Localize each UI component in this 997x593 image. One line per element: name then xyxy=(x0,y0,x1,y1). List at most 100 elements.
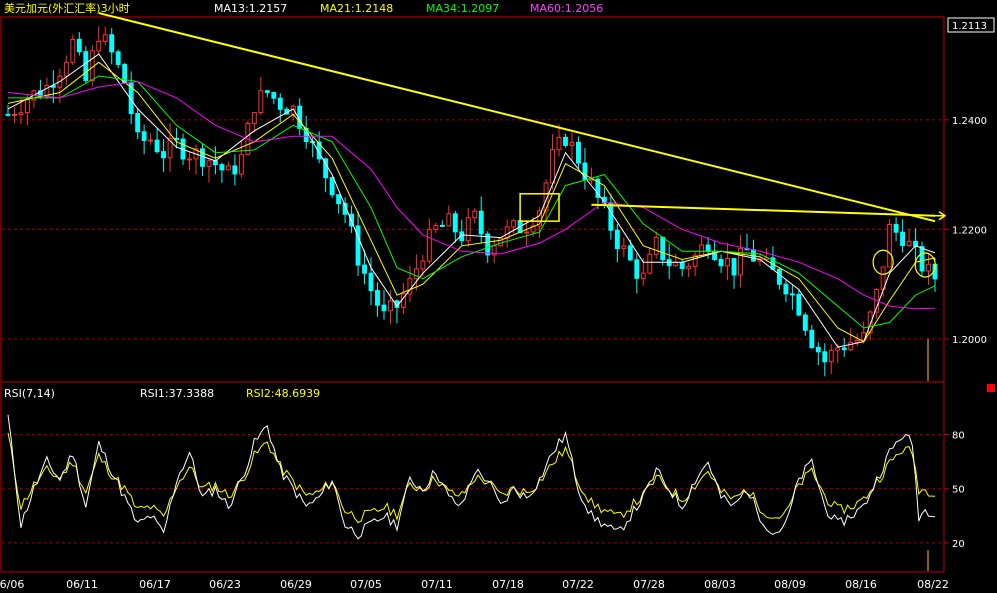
ma13-line xyxy=(7,53,936,348)
svg-text:MA21:1.2148: MA21:1.2148 xyxy=(320,2,393,15)
candle-body xyxy=(5,113,11,116)
svg-text:MA13:1.2157: MA13:1.2157 xyxy=(214,2,287,15)
x-tick-label: 6/06 xyxy=(0,578,24,591)
candle-body xyxy=(329,177,335,196)
ma34-value: 1.2097 xyxy=(461,2,500,15)
candle-body xyxy=(154,139,160,153)
candle-body xyxy=(109,34,115,53)
candle-body xyxy=(828,349,834,363)
candle-body xyxy=(576,141,581,164)
candle-body xyxy=(219,164,225,171)
ma13-legend: MA13:1.2157 xyxy=(214,2,287,15)
chart-area: 1.2400 1.2200 1.2000 80 50 20 6/06 06/11 06/17… xyxy=(0,1,995,591)
candle-body xyxy=(174,137,179,140)
candle-body xyxy=(783,283,789,295)
rsi-tick-label: 50 xyxy=(952,485,965,496)
candle-body xyxy=(789,293,795,296)
candle-body xyxy=(433,225,439,231)
rsi2-legend: RSI2:48.6939 xyxy=(246,387,320,400)
svg-text:MA34:1.2097: MA34:1.2097 xyxy=(426,2,499,15)
ma21-line xyxy=(7,61,936,343)
candle-body xyxy=(640,272,646,279)
candle-body xyxy=(608,202,614,231)
ma13-name: MA13 xyxy=(214,2,245,15)
x-tick-label: 08/09 xyxy=(774,578,806,591)
scale-marker[interactable] xyxy=(987,384,995,392)
svg-text:MA60:1.2056: MA60:1.2056 xyxy=(530,2,603,15)
price-tick-label: 1.2400 xyxy=(952,116,987,127)
candle-body xyxy=(135,113,141,133)
candle-body xyxy=(187,158,192,161)
candle-body xyxy=(420,260,426,270)
candle-body xyxy=(336,194,342,205)
ma34-name: MA34 xyxy=(426,2,457,15)
candle-body xyxy=(148,139,154,142)
candle-body xyxy=(673,261,679,267)
x-tick-label: 08/16 xyxy=(845,578,877,591)
candle-body xyxy=(115,51,121,65)
ma21-value: 1.2148 xyxy=(355,2,394,15)
candle-body xyxy=(18,112,24,116)
candle-body xyxy=(699,244,705,256)
ma60-name: MA60 xyxy=(530,2,561,15)
rsi1-legend: RSI1:37.3388 xyxy=(140,387,214,400)
x-tick-label: 08/03 xyxy=(704,578,736,591)
candle-body xyxy=(660,236,666,261)
trendline[interactable] xyxy=(98,12,936,223)
rsi1-line xyxy=(7,414,936,540)
candle-body xyxy=(439,225,445,228)
candle-body xyxy=(375,290,380,306)
candle-body xyxy=(809,329,815,348)
rsi2-value: 48.6939 xyxy=(275,387,321,400)
chart-title: 美元加元(外汇汇率)3小时 xyxy=(4,1,130,15)
candle-body xyxy=(627,245,633,261)
candle-body xyxy=(355,225,361,266)
candle-body xyxy=(563,136,568,146)
candle-body xyxy=(705,244,711,252)
candle-body xyxy=(251,112,257,125)
candle-body xyxy=(388,300,393,312)
rsi1-name: RSI1 xyxy=(140,387,165,400)
candle-body xyxy=(621,245,627,250)
candle-body xyxy=(478,210,484,235)
ma60-legend: MA60:1.2056 xyxy=(530,2,603,15)
rsi1-value: 37.3388 xyxy=(169,387,215,400)
candle-body xyxy=(725,258,731,267)
candle-body xyxy=(362,264,367,274)
candle-body xyxy=(815,346,821,353)
ma13-value: 1.2157 xyxy=(249,2,288,15)
x-tick-label: 07/11 xyxy=(421,578,453,591)
candle-body xyxy=(653,236,659,255)
candle-body xyxy=(822,351,828,363)
x-tick-label: 07/22 xyxy=(562,578,594,591)
candle-body xyxy=(796,293,802,316)
candle-body xyxy=(161,151,167,159)
candle-body xyxy=(70,38,76,63)
candle-body xyxy=(776,268,782,285)
ma34-legend: MA34:1.2097 xyxy=(426,2,499,15)
x-tick-label: 07/18 xyxy=(492,578,524,591)
price-panel-frame xyxy=(0,16,945,383)
rsi2-line xyxy=(7,432,936,524)
candle-body xyxy=(381,304,387,312)
candle-body xyxy=(271,92,277,99)
trendline[interactable] xyxy=(591,203,936,217)
rsi2-name: RSI2 xyxy=(246,387,271,400)
candle-body xyxy=(919,246,925,272)
candle-body xyxy=(647,253,653,274)
candle-body xyxy=(906,240,912,246)
candle-body xyxy=(446,213,452,227)
ma21-name: MA21 xyxy=(320,2,351,15)
candle-body xyxy=(887,223,893,268)
x-tick-label: 06/11 xyxy=(66,578,98,591)
highlight-circle[interactable] xyxy=(914,252,936,278)
candle-body xyxy=(200,148,205,167)
price-tick-label: 1.2200 xyxy=(952,225,987,236)
ma60-line xyxy=(7,80,936,310)
candle-body xyxy=(102,34,108,42)
candle-body xyxy=(524,231,530,234)
x-tick-label: 07/05 xyxy=(350,578,382,591)
candle-body xyxy=(232,165,238,175)
candle-body xyxy=(426,229,432,262)
ma60-value: 1.2056 xyxy=(565,2,604,15)
